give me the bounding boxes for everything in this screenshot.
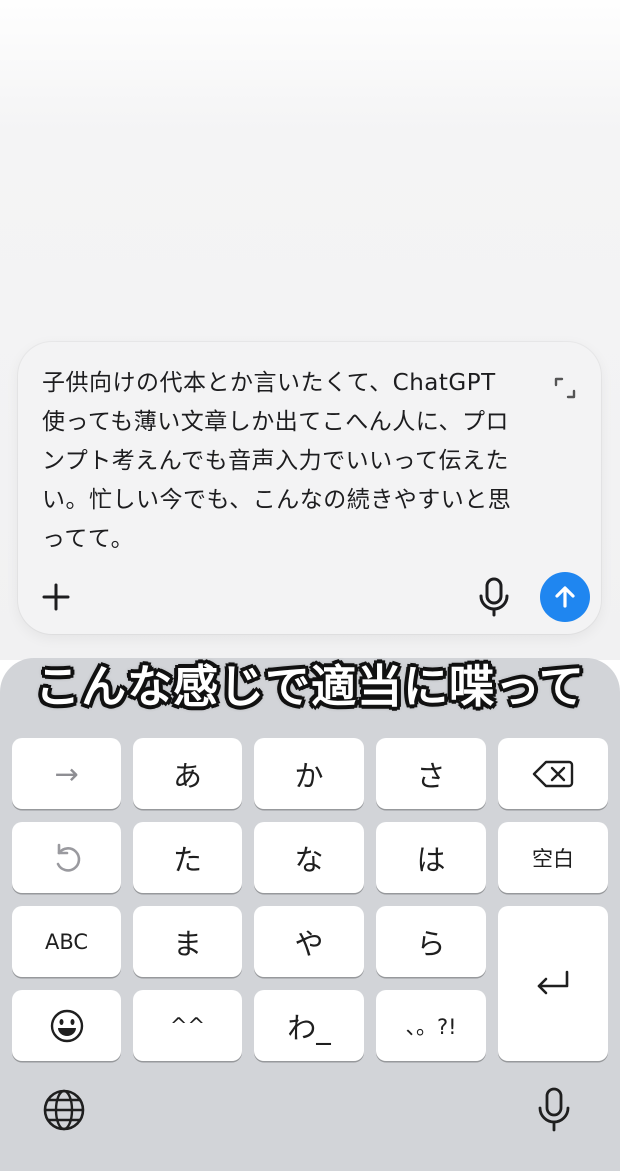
globe-button[interactable] — [42, 1088, 86, 1132]
plus-icon — [42, 583, 70, 611]
key-ra[interactable]: ら — [376, 906, 486, 977]
add-attachment-button[interactable] — [36, 577, 76, 617]
key-na[interactable]: な — [254, 822, 364, 893]
expand-icon — [554, 377, 576, 399]
space-key[interactable]: 空白 — [498, 822, 608, 893]
key-ta[interactable]: た — [133, 822, 242, 893]
abc-key[interactable]: ABC — [12, 906, 121, 977]
punctuation-key[interactable]: 、。?! — [376, 990, 486, 1061]
delete-icon — [532, 760, 574, 787]
key-a[interactable]: あ — [133, 738, 242, 809]
expand-button[interactable] — [549, 372, 581, 404]
arrow-up-icon — [555, 586, 575, 608]
kaomoji-key[interactable]: ^^ — [133, 990, 242, 1061]
emoji-key[interactable] — [12, 990, 121, 1061]
key-wa[interactable]: わ_ — [254, 990, 364, 1061]
delete-key[interactable] — [498, 738, 608, 809]
key-ma[interactable]: ま — [133, 906, 242, 977]
undo-icon — [56, 843, 80, 872]
next-key[interactable]: → — [12, 738, 121, 809]
keyboard-dictation-button[interactable] — [534, 1086, 574, 1134]
video-caption: こんな感じで適当に喋って — [35, 660, 585, 713]
microphone-icon — [538, 1087, 570, 1132]
message-input[interactable]: 子供向けの代本とか言いたくて、ChatGPT使っても薄い文章しか出てこへん人に、… — [42, 364, 514, 559]
microphone-icon — [479, 577, 509, 617]
globe-icon — [43, 1089, 85, 1131]
key-sa[interactable]: さ — [376, 738, 486, 809]
key-ka[interactable]: か — [254, 738, 364, 809]
send-button[interactable] — [540, 572, 590, 622]
emoji-icon — [50, 1009, 83, 1042]
return-key[interactable] — [498, 906, 608, 1061]
key-ha[interactable]: は — [376, 822, 486, 893]
japanese-keyboard: → あ か さ た な は 空白 ABC ま や ら ^^ わ_ 、。?! — [0, 658, 620, 1171]
undo-key[interactable] — [12, 822, 121, 893]
dictate-button[interactable] — [474, 575, 514, 619]
message-composer[interactable]: 子供向けの代本とか言いたくて、ChatGPT使っても薄い文章しか出てこへん人に、… — [18, 342, 601, 634]
key-ya[interactable]: や — [254, 906, 364, 977]
return-icon — [537, 970, 569, 994]
